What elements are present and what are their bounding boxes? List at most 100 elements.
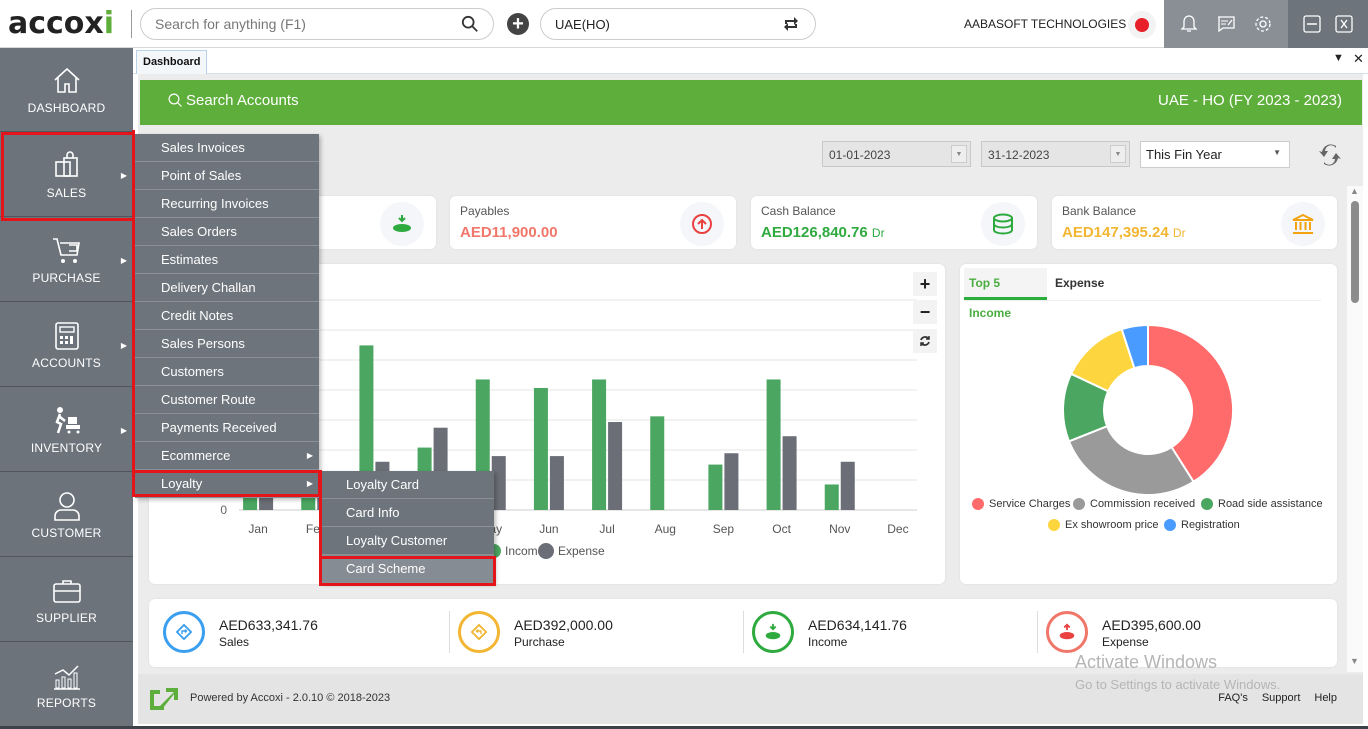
bar-income-sep[interactable] xyxy=(708,464,723,510)
user-icon xyxy=(53,491,80,521)
zoom-in-button[interactable]: + xyxy=(913,272,937,296)
menu-item-payments-received[interactable]: Payments Received xyxy=(135,414,319,442)
tab-expense[interactable]: Expense xyxy=(1050,268,1109,300)
zoom-out-button[interactable]: − xyxy=(913,300,937,324)
reset-zoom-button[interactable] xyxy=(913,329,937,353)
sidebar-item-supplier[interactable]: SUPPLIER xyxy=(0,558,133,642)
menu-item-sales-persons[interactable]: Sales Persons xyxy=(135,330,319,358)
minus-icon: − xyxy=(919,302,931,322)
tab-divider xyxy=(964,300,1321,301)
bar-income-jul[interactable] xyxy=(592,379,607,510)
legend-item-road-side-assistance[interactable]: Road side assistance xyxy=(1201,498,1323,510)
bell-icon[interactable] xyxy=(1179,14,1199,34)
scroll-thumb[interactable] xyxy=(1351,201,1359,303)
scroll-down-icon[interactable]: ▼ xyxy=(1350,656,1359,666)
user-avatar[interactable] xyxy=(1128,11,1156,39)
home-icon xyxy=(53,67,80,93)
sidebar-item-accounts[interactable]: ACCOUNTS ▶ xyxy=(0,303,133,387)
x-tick-label: Jun xyxy=(539,522,558,536)
sidebar-item-purchase[interactable]: PURCHASE ▶ xyxy=(0,218,133,302)
bar-income-nov[interactable] xyxy=(824,484,839,510)
switch-branch-icon[interactable] xyxy=(781,14,801,34)
notes-icon[interactable] xyxy=(1216,14,1236,34)
sidebar-item-dashboard[interactable]: DASHBOARD xyxy=(0,48,133,132)
bank-balance-card[interactable]: Bank Balance AED147,395.24 Dr xyxy=(1052,196,1337,249)
to-date-field[interactable]: 31-12-2023 ▼ xyxy=(981,141,1130,167)
bar-expense-nov[interactable] xyxy=(840,461,855,510)
bar-income-oct[interactable] xyxy=(766,379,781,510)
dropdown-arrow-icon[interactable]: ▼ xyxy=(951,145,967,163)
income-coin-icon xyxy=(380,202,424,246)
menu-item-credit-notes[interactable]: Credit Notes xyxy=(135,302,319,330)
vertical-scrollbar[interactable]: ▲ ▼ xyxy=(1347,186,1363,672)
sidebar-item-reports[interactable]: REPORTS xyxy=(0,643,133,727)
caret-right-icon: ▶ xyxy=(120,256,127,265)
menu-item-recurring-invoices[interactable]: Recurring Invoices xyxy=(135,190,319,218)
sidebar: DASHBOARD SALES ▶ PURCHASE ▶ ACCOUNTS ▶ … xyxy=(0,48,133,729)
legend-item-service-charges[interactable]: Service Charges xyxy=(972,498,1070,510)
search-accounts-button[interactable]: Search Accounts xyxy=(168,92,299,109)
cart-icon xyxy=(52,237,80,263)
menu-item-loyalty-customer[interactable]: Loyalty Customer xyxy=(320,527,494,555)
menu-item-sales-orders[interactable]: Sales Orders xyxy=(135,218,319,246)
dropdown-arrow-icon[interactable]: ▼ xyxy=(1110,145,1126,163)
plus-icon: + xyxy=(919,274,931,294)
menu-item-card-scheme[interactable]: Card Scheme xyxy=(320,555,494,583)
sidebar-label: CUSTOMER xyxy=(31,525,102,540)
from-date-field[interactable]: 01-01-2023 ▼ xyxy=(822,141,971,167)
menu-item-point-of-sales[interactable]: Point of Sales xyxy=(135,162,319,190)
legend-label-expense: Expense xyxy=(558,544,605,558)
legend-dot xyxy=(1164,519,1176,531)
legend-item-ex-showroom-price[interactable]: Ex showroom price xyxy=(1048,519,1159,531)
payables-card[interactable]: Payables AED11,900.00 xyxy=(450,196,736,249)
summary-label: Expense xyxy=(1102,635,1149,649)
scroll-up-icon[interactable]: ▲ xyxy=(1350,186,1359,196)
tab-dashboard[interactable]: Dashboard xyxy=(136,50,208,74)
menu-item-loyalty[interactable]: Loyalty ▶ xyxy=(135,470,319,498)
menu-item-estimates[interactable]: Estimates xyxy=(135,246,319,274)
minimize-icon[interactable] xyxy=(1302,14,1322,34)
menu-item-sales-invoices[interactable]: Sales Invoices xyxy=(135,134,319,162)
close-icon[interactable] xyxy=(1334,14,1354,34)
slice-commission-received[interactable] xyxy=(1067,424,1195,496)
stat-value: AED147,395.24 Dr xyxy=(1062,224,1186,241)
briefcase-icon xyxy=(52,579,81,603)
refresh-icon[interactable] xyxy=(1316,140,1344,170)
bar-expense-oct[interactable] xyxy=(782,436,797,510)
global-search-input[interactable]: Search for anything (F1) xyxy=(140,8,494,40)
legend-item-commission-received[interactable]: Commission received xyxy=(1073,498,1195,510)
legend-dot-expense[interactable] xyxy=(538,543,554,559)
menu-item-customer-route[interactable]: Customer Route xyxy=(135,386,319,414)
summary-label: Income xyxy=(808,635,848,649)
period-select[interactable]: This Fin Year ▼ xyxy=(1140,141,1290,168)
search-icon[interactable] xyxy=(461,15,479,33)
bar-expense-jun[interactable] xyxy=(549,456,564,510)
search-accounts-label: Search Accounts xyxy=(186,92,299,109)
menu-item-ecommerce[interactable]: Ecommerce ▶ xyxy=(135,442,319,470)
cash-balance-card[interactable]: Cash Balance AED126,840.76 Dr xyxy=(751,196,1037,249)
bar-income-jun[interactable] xyxy=(533,387,548,510)
tab-top-5-income[interactable]: Top 5 Income xyxy=(964,268,1047,320)
tab-list-dropdown-icon[interactable]: ▼ xyxy=(1333,52,1344,64)
sidebar-label: INVENTORY xyxy=(30,440,103,455)
menu-item-card-info[interactable]: Card Info xyxy=(320,499,494,527)
tab-close-icon[interactable]: ✕ xyxy=(1353,51,1364,67)
company-selector[interactable]: AABASOFT TECHNOLOGIES▶ xyxy=(964,17,1136,31)
menu-item-customers[interactable]: Customers xyxy=(135,358,319,386)
menu-item-delivery-challan[interactable]: Delivery Challan xyxy=(135,274,319,302)
sidebar-item-customer[interactable]: CUSTOMER xyxy=(0,473,133,557)
faq-link[interactable]: FAQ's xyxy=(1218,692,1248,704)
gear-icon[interactable] xyxy=(1253,14,1273,34)
sidebar-item-sales[interactable]: SALES ▶ xyxy=(0,133,133,217)
add-button[interactable]: + xyxy=(507,13,529,35)
bar-expense-sep[interactable] xyxy=(724,453,739,510)
branch-selector[interactable]: UAE(HO) xyxy=(540,8,816,40)
help-link[interactable]: Help xyxy=(1314,692,1337,704)
bar-income-aug[interactable] xyxy=(650,416,665,510)
legend-item-registration[interactable]: Registration xyxy=(1164,519,1240,531)
menu-item-loyalty-card[interactable]: Loyalty Card xyxy=(320,471,494,499)
caret-right-icon: ▶ xyxy=(306,451,313,460)
sidebar-item-inventory[interactable]: INVENTORY ▶ xyxy=(0,388,133,472)
support-link[interactable]: Support xyxy=(1262,692,1301,704)
bar-expense-jul[interactable] xyxy=(608,422,623,510)
